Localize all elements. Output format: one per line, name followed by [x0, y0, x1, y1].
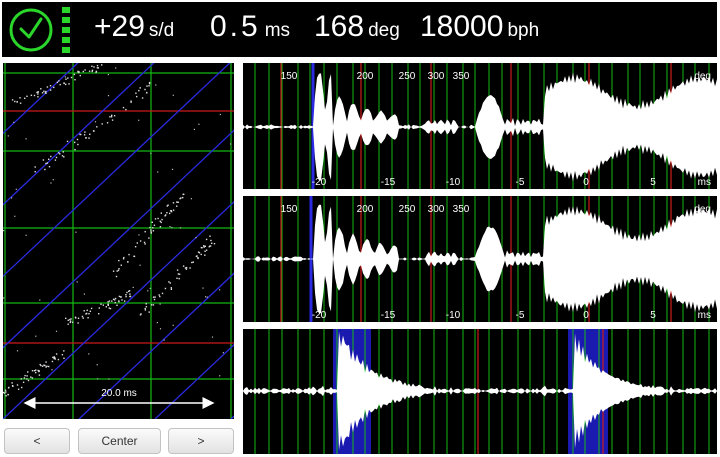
- waveform-full-panel: [243, 329, 717, 454]
- bph-value: 18000: [420, 10, 504, 43]
- beat-error-value: 0.5: [210, 10, 261, 43]
- deg-unit-label: deg: [694, 71, 711, 82]
- ms-tick-label: -5: [516, 177, 525, 188]
- waveform-full-plot: [243, 329, 717, 454]
- status-header: +29 s/d 0.5 ms 168 deg 18000 bph: [2, 2, 717, 57]
- ms-unit-label: ms: [698, 310, 711, 321]
- bph-unit: bph: [507, 20, 540, 41]
- amplitude-value: 168: [314, 10, 365, 43]
- waveform-tock-plot: 150 200 250 300 350 -20 -15 -10 -5 0 5 deg ms: [243, 196, 717, 322]
- deg-tick-label: 250: [399, 204, 416, 215]
- ms-tick-label: 0: [583, 310, 589, 321]
- amplitude-readout: 168 deg: [314, 10, 400, 44]
- ms-tick-label: -20: [312, 177, 327, 188]
- deg-tick-label: 350: [453, 204, 470, 215]
- ms-tick-label: 0: [583, 177, 589, 188]
- deg-tick-label: 150: [281, 204, 298, 215]
- ms-unit-label: ms: [698, 177, 711, 188]
- rate-unit: s/d: [148, 20, 175, 41]
- amplitude-unit: deg: [368, 20, 400, 41]
- timegrapher-plot: 20.0 ms: [3, 63, 234, 419]
- prev-button[interactable]: <: [4, 428, 70, 454]
- scale-label: 20.0 ms: [101, 388, 137, 399]
- signal-level-icon: [62, 7, 70, 53]
- ms-tick-label: -10: [446, 177, 461, 188]
- deg-tick-label: 300: [428, 71, 445, 82]
- waveform-tock-panel: 150 200 250 300 350 -20 -15 -10 -5 0 5 deg ms: [243, 196, 717, 322]
- waveform-tick-plot: 150 200 250 300 350 -20 -15 -10 -5 0 5 deg ms: [243, 63, 717, 189]
- ms-tick-label: -15: [381, 177, 396, 188]
- clock-check-icon: [8, 7, 54, 53]
- deg-tick-label: 200: [357, 71, 374, 82]
- bph-readout: 18000 bph: [420, 10, 539, 44]
- timegrapher-panel[interactable]: 20.0 ms: [3, 63, 234, 419]
- deg-tick-label: 350: [453, 71, 470, 82]
- ms-tick-label: 5: [650, 310, 656, 321]
- waveform-tick-panel: 150 200 250 300 350 -20 -15 -10 -5 0 5 deg ms: [243, 63, 717, 189]
- rate-value: +29: [94, 10, 145, 43]
- deg-tick-label: 250: [399, 71, 416, 82]
- deg-tick-label: 300: [428, 204, 445, 215]
- ms-tick-label: -10: [446, 310, 461, 321]
- ms-tick-label: -15: [381, 310, 396, 321]
- next-button[interactable]: >: [168, 428, 234, 454]
- deg-tick-label: 150: [281, 71, 298, 82]
- ms-tick-label: -5: [516, 310, 525, 321]
- ms-tick-label: 5: [650, 177, 656, 188]
- beat-error-unit: ms: [264, 20, 291, 41]
- rate-readout: +29 s/d: [94, 10, 174, 44]
- ms-tick-label: -20: [312, 310, 327, 321]
- beat-error-readout: 0.5 ms: [210, 10, 290, 44]
- deg-tick-label: 200: [357, 204, 374, 215]
- center-button[interactable]: Center: [78, 428, 161, 454]
- deg-unit-label: deg: [694, 204, 711, 215]
